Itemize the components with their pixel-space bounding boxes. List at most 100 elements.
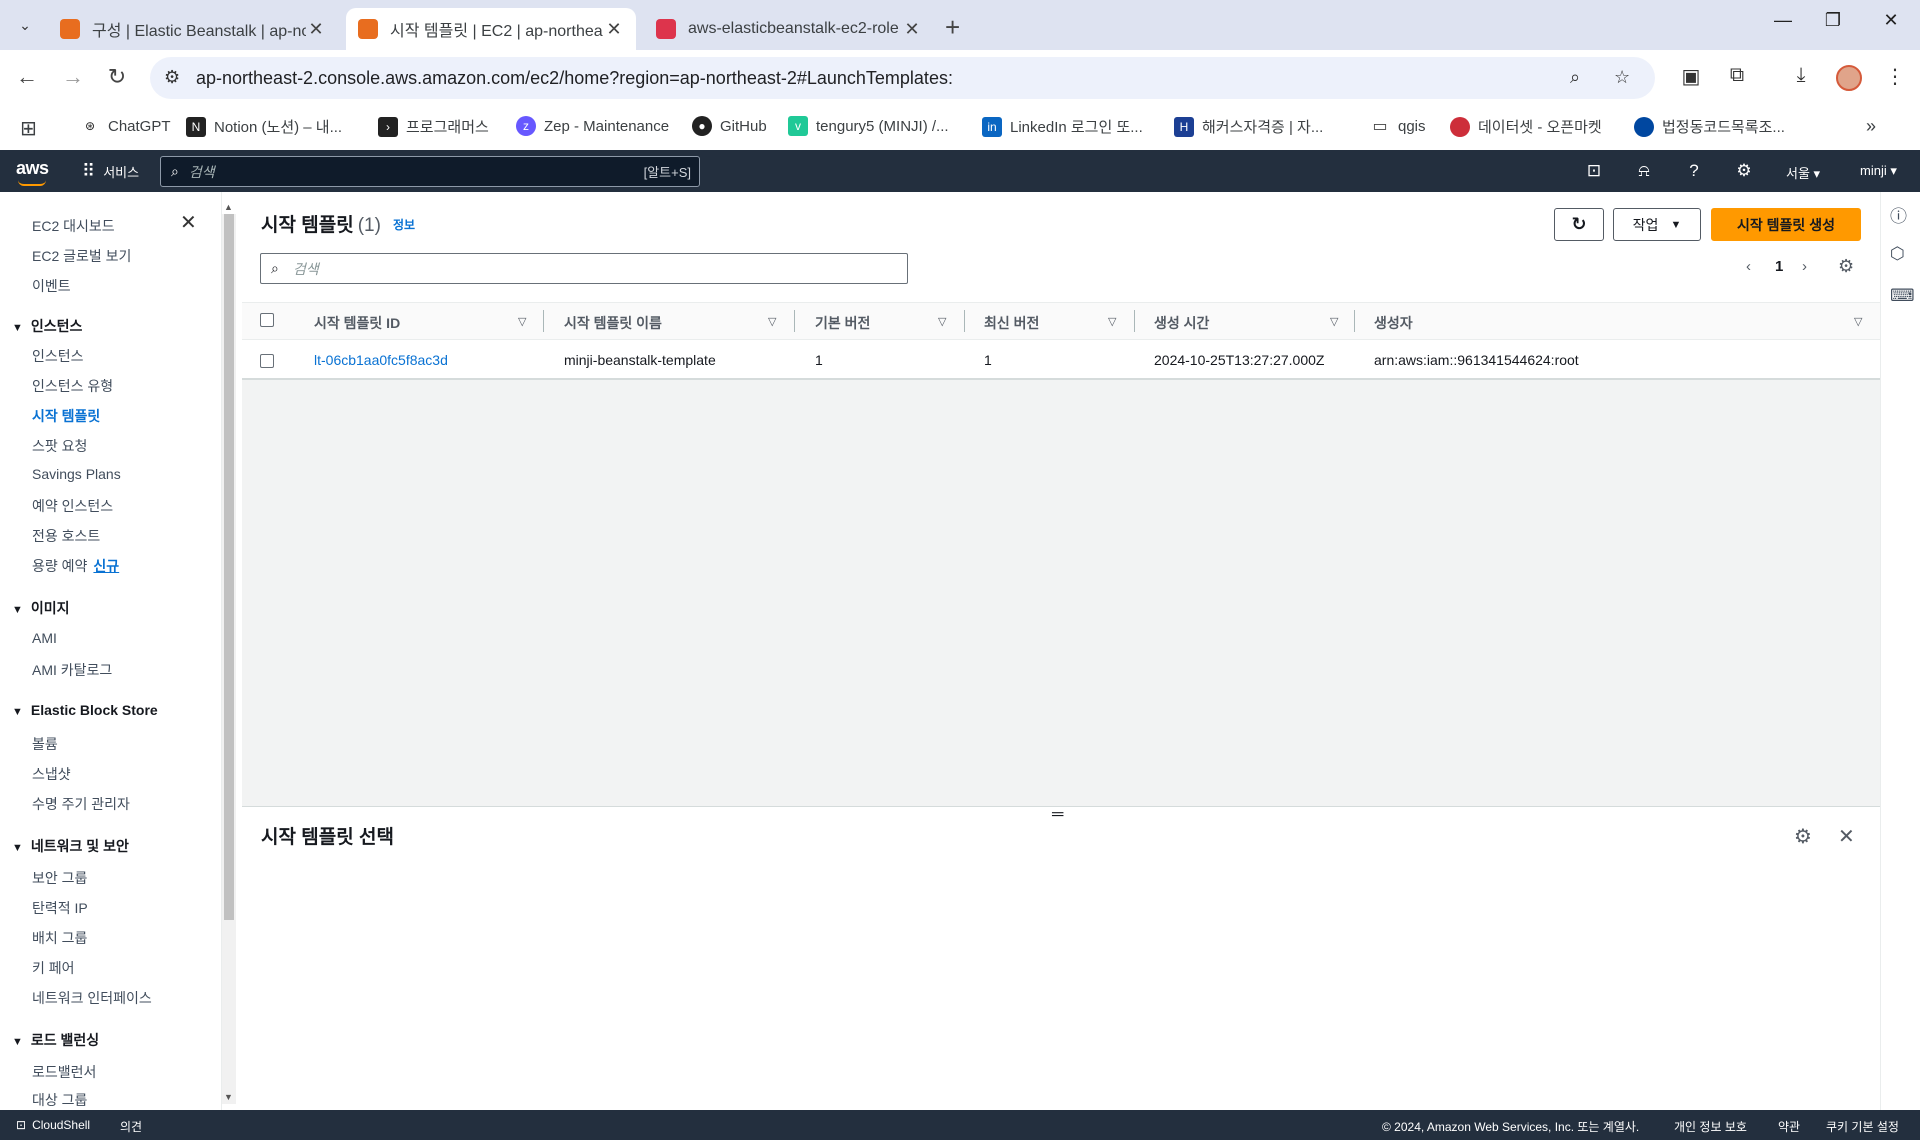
nav-item-ec2-global-view[interactable]: EC2 글로벌 보기 bbox=[32, 246, 131, 266]
table-search-input[interactable]: ⌕ 검색 bbox=[260, 253, 908, 284]
column-header-owner[interactable]: 생성자 bbox=[1374, 313, 1413, 333]
nav-section-images[interactable]: ▼ 이미지 bbox=[12, 598, 70, 618]
nav-item-instance-types[interactable]: 인스턴스 유형 bbox=[32, 376, 113, 396]
bookmark-dataset[interactable]: 데이터셋 - 오픈마켓 bbox=[1450, 116, 1602, 137]
bookmark-hackers[interactable]: H 해커스자격증 | 자... bbox=[1174, 116, 1323, 137]
browser-tab-iam[interactable]: aws-elasticbeanstalk-ec2-role ✕ bbox=[644, 8, 934, 50]
chrome-menu-icon[interactable]: ⋮ bbox=[1880, 64, 1910, 89]
sort-icon[interactable]: ▽ bbox=[1108, 315, 1116, 328]
feedback-link[interactable]: 의견 bbox=[120, 1118, 142, 1135]
column-divider[interactable] bbox=[543, 310, 544, 332]
info-circle-icon[interactable]: ⓘ bbox=[1890, 202, 1907, 227]
nav-item-savings-plans[interactable]: Savings Plans bbox=[32, 466, 121, 482]
nav-item-placement-groups[interactable]: 배치 그룹 bbox=[32, 928, 87, 948]
nav-item-lifecycle-manager[interactable]: 수명 주기 관리자 bbox=[32, 794, 130, 814]
terms-link[interactable]: 약관 bbox=[1778, 1118, 1800, 1135]
scroll-up-icon[interactable]: ▲ bbox=[224, 202, 233, 212]
nav-item-security-groups[interactable]: 보안 그룹 bbox=[32, 868, 87, 888]
bookmark-star-icon[interactable]: ☆ bbox=[1614, 67, 1630, 88]
download-icon[interactable]: ⤓ bbox=[1786, 64, 1816, 87]
help-icon[interactable]: ? bbox=[1682, 161, 1706, 181]
column-header-latest-version[interactable]: 최신 버전 bbox=[984, 313, 1039, 333]
nav-item-launch-templates[interactable]: 시작 템플릿 bbox=[32, 406, 100, 426]
bookmark-programmers[interactable]: › 프로그래머스 bbox=[378, 116, 489, 137]
page-number[interactable]: 1 bbox=[1775, 258, 1783, 275]
nav-item-key-pairs[interactable]: 키 페어 bbox=[32, 958, 75, 978]
refresh-button[interactable]: ↻ bbox=[1554, 208, 1604, 241]
column-header-default-version[interactable]: 기본 버전 bbox=[815, 313, 870, 333]
feedback-chat-icon[interactable]: ⌨ bbox=[1890, 286, 1915, 306]
window-close-icon[interactable]: ✕ bbox=[1876, 10, 1906, 31]
sort-icon[interactable]: ▽ bbox=[518, 315, 526, 328]
nav-item-ami[interactable]: AMI bbox=[32, 630, 57, 646]
cloudshell-button[interactable]: ⊡ CloudShell bbox=[16, 1118, 90, 1132]
site-info-icon[interactable]: ⚙ bbox=[164, 67, 180, 88]
nav-section-load-balancing[interactable]: ▼ 로드 밸런싱 bbox=[12, 1030, 99, 1050]
close-icon[interactable]: ✕ bbox=[604, 19, 624, 40]
bookmark-legal-code[interactable]: 법정동코드목록조... bbox=[1634, 116, 1785, 137]
column-divider[interactable] bbox=[1134, 310, 1135, 332]
close-icon[interactable]: ✕ bbox=[180, 210, 197, 235]
new-tab-plus-icon[interactable]: + bbox=[945, 12, 960, 43]
extensions-puzzle-icon[interactable]: ⧉ bbox=[1722, 64, 1752, 87]
next-page-icon[interactable]: › bbox=[1802, 258, 1807, 275]
browser-tab-beanstalk[interactable]: 구성 | Elastic Beanstalk | ap-no ✕ bbox=[48, 8, 338, 50]
nav-item-dedicated-hosts[interactable]: 전용 호스트 bbox=[32, 526, 100, 546]
tab-group-icon[interactable]: ▣ bbox=[1676, 64, 1706, 89]
nav-item-network-interfaces[interactable]: 네트워크 인터페이스 bbox=[32, 988, 152, 1008]
column-divider[interactable] bbox=[794, 310, 795, 332]
nav-item-volumes[interactable]: 볼륨 bbox=[32, 734, 58, 754]
actions-dropdown[interactable]: 작업 ▼ bbox=[1613, 208, 1701, 241]
nav-item-events[interactable]: 이벤트 bbox=[32, 276, 71, 296]
browser-tab-ec2[interactable]: 시작 템플릿 | EC2 | ap-northea ✕ bbox=[346, 8, 636, 50]
column-header-created-time[interactable]: 생성 시간 bbox=[1154, 313, 1209, 333]
account-menu[interactable]: minji ▾ bbox=[1860, 163, 1897, 179]
nav-section-network-security[interactable]: ▼ 네트워크 및 보안 bbox=[12, 836, 129, 856]
bookmark-zep[interactable]: z Zep - Maintenance bbox=[516, 116, 669, 136]
close-icon[interactable]: ✕ bbox=[306, 19, 326, 40]
nav-item-snapshots[interactable]: 스냅샷 bbox=[32, 764, 71, 784]
column-header-template-name[interactable]: 시작 템플릿 이름 bbox=[564, 313, 662, 333]
aws-logo[interactable]: aws bbox=[16, 158, 49, 179]
back-arrow-icon[interactable]: ← bbox=[12, 64, 42, 90]
more-bookmarks-chevron-icon[interactable]: » bbox=[1866, 116, 1876, 137]
close-icon[interactable]: ✕ bbox=[1838, 824, 1855, 849]
privacy-link[interactable]: 개인 정보 보호 bbox=[1674, 1118, 1747, 1135]
preferences-gear-icon[interactable]: ⚙ bbox=[1838, 256, 1854, 277]
nav-item-load-balancers[interactable]: 로드밸런서 bbox=[32, 1062, 96, 1082]
aws-search-input[interactable]: ⌕ 검색 [알트+S] bbox=[160, 156, 700, 187]
split-panel-resize-handle[interactable]: ═ bbox=[1052, 806, 1063, 824]
reload-icon[interactable]: ↻ bbox=[102, 64, 132, 90]
cloudshell-icon[interactable]: ⊡ bbox=[1582, 161, 1606, 181]
bookmark-velog[interactable]: v tengury5 (MINJI) /... bbox=[788, 116, 949, 136]
nav-section-ebs[interactable]: ▼ Elastic Block Store bbox=[12, 702, 158, 718]
bookmark-chatgpt[interactable]: ⊛ ChatGPT bbox=[80, 116, 171, 136]
nav-section-instances[interactable]: ▼ 인스턴스 bbox=[12, 316, 82, 336]
region-selector[interactable]: 서울 ▾ bbox=[1786, 163, 1820, 182]
prev-page-icon[interactable]: ‹ bbox=[1746, 258, 1751, 275]
nav-item-instances[interactable]: 인스턴스 bbox=[32, 346, 84, 366]
restore-icon[interactable]: ❐ bbox=[1818, 10, 1848, 31]
column-divider[interactable] bbox=[964, 310, 965, 332]
address-bar[interactable]: ⚙ ap-northeast-2.console.aws.amazon.com/… bbox=[150, 57, 1655, 99]
apps-grid-icon[interactable]: ⊞ bbox=[20, 116, 37, 141]
zoom-icon[interactable]: ⌕ bbox=[1570, 67, 1580, 88]
sort-icon[interactable]: ▽ bbox=[1854, 315, 1862, 328]
scroll-down-icon[interactable]: ▼ bbox=[224, 1092, 233, 1102]
notifications-bell-icon[interactable]: ⍾ bbox=[1632, 161, 1656, 181]
minimize-icon[interactable]: — bbox=[1768, 10, 1798, 31]
resources-hexagon-icon[interactable]: ⬡ bbox=[1890, 244, 1905, 264]
sort-icon[interactable]: ▽ bbox=[938, 315, 946, 328]
nav-item-ami-catalog[interactable]: AMI 카탈로그 bbox=[32, 660, 112, 680]
bookmark-folder-qgis[interactable]: ▭ qgis bbox=[1370, 116, 1425, 136]
nav-item-elastic-ips[interactable]: 탄력적 IP bbox=[32, 898, 88, 918]
table-row[interactable] bbox=[242, 340, 1880, 378]
nav-item-target-groups[interactable]: 대상 그룹 bbox=[32, 1090, 87, 1110]
bookmark-github[interactable]: ● GitHub bbox=[692, 116, 767, 136]
cell-template-id-link[interactable]: lt-06cb1aa0fc5f8ac3d bbox=[314, 352, 448, 368]
column-divider[interactable] bbox=[1354, 310, 1355, 332]
tab-search-chevron-icon[interactable]: ⌄ bbox=[10, 10, 40, 40]
sort-icon[interactable]: ▽ bbox=[768, 315, 776, 328]
bookmark-linkedin[interactable]: in LinkedIn 로그인 또... bbox=[982, 116, 1143, 137]
select-all-checkbox[interactable] bbox=[260, 313, 274, 327]
